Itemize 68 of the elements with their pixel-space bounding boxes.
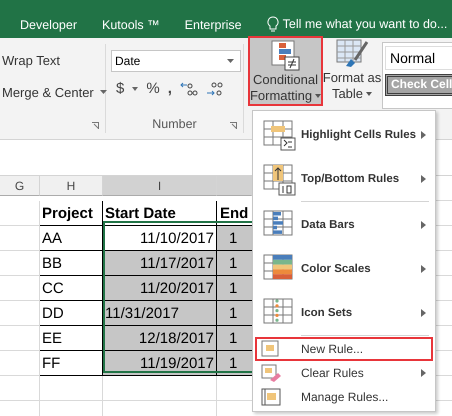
group-label: Number [151, 117, 198, 131]
caret-icon [227, 59, 234, 63]
table-cell: 11/19/2017 [103, 351, 217, 376]
table-cell: FF [40, 351, 103, 376]
conditional-formatting-button[interactable]: Conditional Formatting [248, 36, 323, 106]
table-brush-icon [335, 38, 369, 70]
submenu-arrow-icon [421, 308, 426, 317]
submenu-arrow-icon [421, 130, 426, 139]
table-cell: 11/31/2017 [103, 301, 217, 326]
normal-style[interactable]: Normal [385, 46, 452, 70]
submenu-arrow-icon [421, 369, 426, 378]
highlight-rules-icon [263, 118, 297, 152]
column-header[interactable]: H [40, 176, 103, 196]
submenu-arrow-icon [421, 174, 426, 183]
menu-item[interactable]: Manage Rules... [255, 385, 433, 409]
table-cell: 1 [217, 301, 252, 326]
currency-button[interactable]: $ [116, 80, 124, 97]
lightbulb-icon [266, 16, 279, 32]
submenu-arrow-icon [421, 221, 426, 230]
tell-me-field[interactable]: Tell me what you want to do... [282, 17, 448, 31]
table-cell: 11/20/2017 [103, 276, 217, 301]
empty-cell [0, 376, 40, 401]
table-cell: 1 [217, 326, 252, 351]
column-header[interactable]: G [0, 176, 40, 196]
number-format-dropdown[interactable]: Date [111, 50, 241, 72]
submenu-arrow-icon [421, 264, 426, 273]
table-cell: 11/10/2017 [103, 226, 217, 251]
dialog-launcher-icon[interactable] [92, 122, 99, 129]
table-cell: BB [40, 251, 103, 276]
table-cell: 1 [217, 251, 252, 276]
table-cell: CC [40, 276, 103, 301]
ribbon-tab[interactable]: Developer [20, 18, 77, 32]
column-header[interactable]: I [103, 176, 217, 196]
empty-cell [40, 376, 103, 401]
comma-button[interactable]: , [168, 80, 172, 97]
increase-decimal-icon[interactable] [180, 80, 198, 96]
menu-item[interactable]: Data Bars [255, 203, 433, 248]
menu-item[interactable]: New Rule... [255, 337, 433, 362]
caret-icon [315, 94, 322, 98]
column-title: Start Date [103, 201, 217, 226]
top-bottom-rules-icon [263, 162, 297, 196]
menu-item[interactable]: Clear Rules [255, 361, 433, 386]
dialog-launcher-icon[interactable] [230, 122, 237, 129]
table-cell: 1 [217, 276, 252, 301]
table-cell: 11/17/2017 [103, 251, 217, 276]
table-cell: 1 [217, 226, 252, 251]
table-cell: 12/18/2017 [103, 326, 217, 351]
menu-item[interactable]: Icon Sets [255, 290, 433, 334]
eraser-icon [261, 364, 281, 382]
decrease-decimal-icon[interactable] [206, 80, 224, 96]
caret-icon[interactable] [100, 90, 107, 94]
table-cell: EE [40, 326, 103, 351]
manage-rules-icon [261, 388, 281, 406]
table-cell: DD [40, 301, 103, 326]
ribbon-tab[interactable]: Kutools ™ [102, 18, 160, 32]
conditional-formatting-icon [270, 40, 300, 72]
wrap-text-button[interactable]: Wrap Text [2, 52, 60, 68]
table-cell: 1 [217, 351, 252, 376]
menu-item[interactable]: Color Scales [255, 247, 433, 291]
merge-center-button[interactable]: Merge & Center [2, 84, 94, 100]
ribbon-tab[interactable]: Enterprise [184, 18, 242, 32]
column-title: Project [40, 201, 103, 226]
menu-item[interactable]: Highlight Cells Rules [255, 113, 433, 157]
menu-item[interactable]: Top/Bottom Rules [255, 156, 433, 200]
percent-button[interactable]: % [146, 80, 160, 97]
table-cell: AA [40, 226, 103, 251]
caret-icon[interactable] [132, 86, 138, 90]
caret-icon [366, 92, 372, 96]
